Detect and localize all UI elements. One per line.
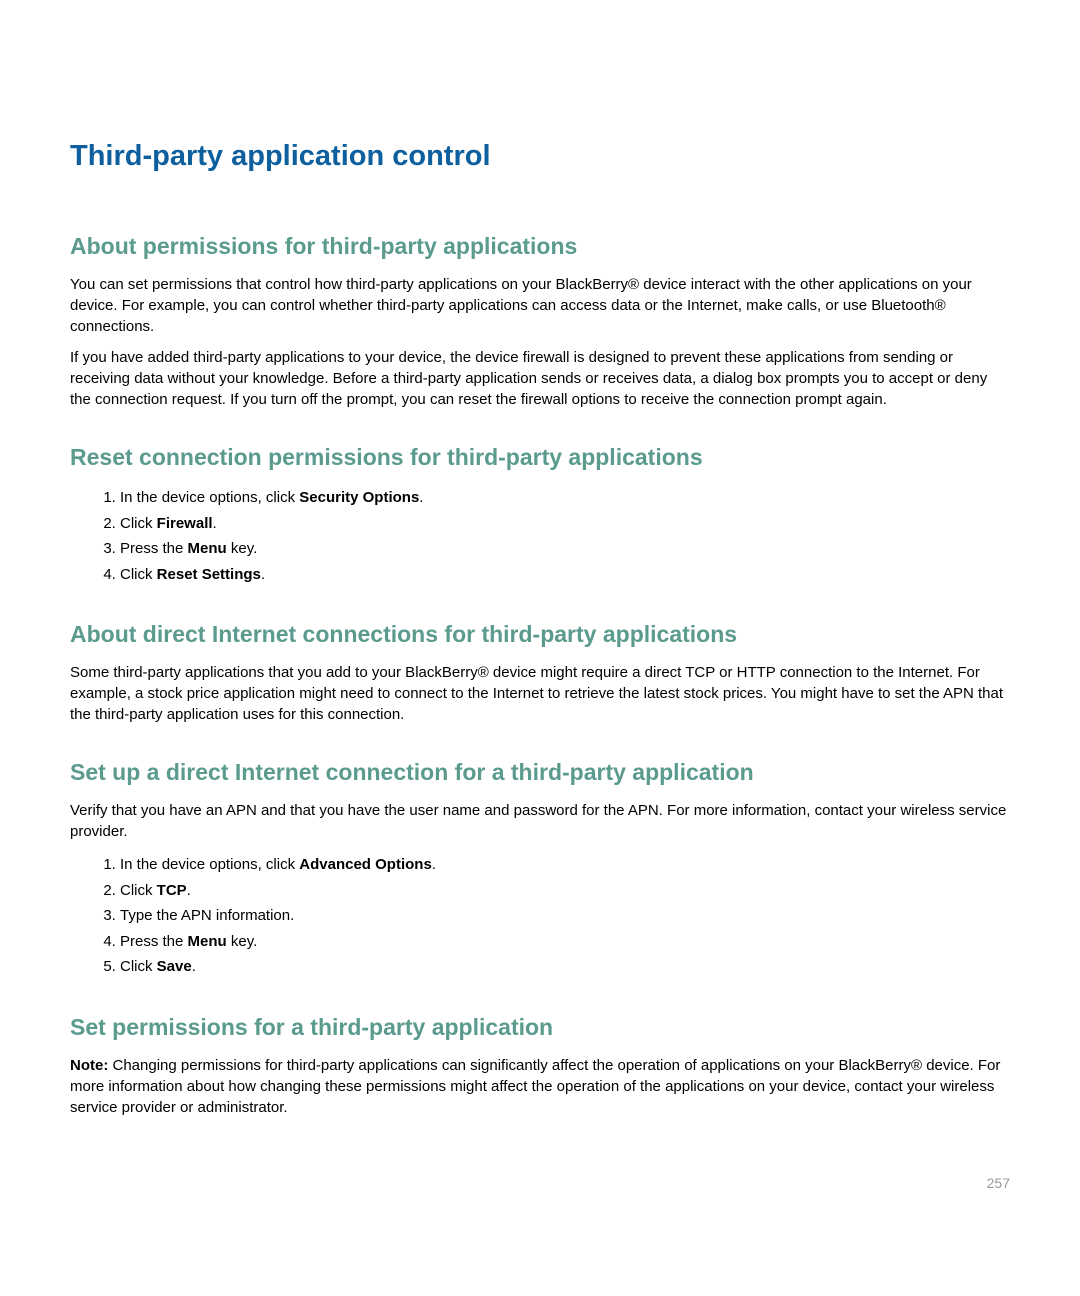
step-item: Type the APN information. (120, 903, 1010, 929)
step-item: Press the Menu key. (120, 929, 1010, 955)
page-title: Third-party application control (70, 140, 1010, 173)
steps-list: In the device options, click Advanced Op… (120, 852, 1010, 980)
step-item: Click Firewall. (120, 511, 1010, 537)
step-item: Click TCP. (120, 878, 1010, 904)
note-paragraph: Note: Changing permissions for third-par… (70, 1055, 1010, 1118)
heading-setup-direct: Set up a direct Internet connection for … (70, 759, 1010, 786)
step-item: Click Reset Settings. (120, 562, 1010, 588)
paragraph: Some third-party applications that you a… (70, 662, 1010, 725)
paragraph: Verify that you have an APN and that you… (70, 800, 1010, 842)
step-item: Click Save. (120, 954, 1010, 980)
page-number: 257 (987, 1175, 1010, 1191)
step-item: Press the Menu key. (120, 536, 1010, 562)
paragraph: If you have added third-party applicatio… (70, 347, 1010, 410)
step-item: In the device options, click Security Op… (120, 485, 1010, 511)
steps-list: In the device options, click Security Op… (120, 485, 1010, 587)
paragraph: You can set permissions that control how… (70, 274, 1010, 337)
heading-about-direct: About direct Internet connections for th… (70, 621, 1010, 648)
heading-about-permissions: About permissions for third-party applic… (70, 233, 1010, 260)
heading-set-permissions: Set permissions for a third-party applic… (70, 1014, 1010, 1041)
step-item: In the device options, click Advanced Op… (120, 852, 1010, 878)
heading-reset-connection: Reset connection permissions for third-p… (70, 444, 1010, 471)
